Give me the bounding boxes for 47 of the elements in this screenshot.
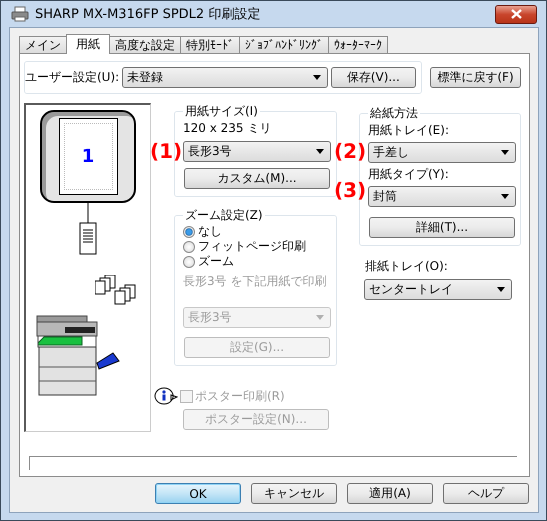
paper-feed-title: 給紙方法 — [369, 105, 419, 122]
dialog-button[interactable]: ヘルプ — [443, 483, 529, 504]
reset-button[interactable]: 標準に戻す(F) — [430, 67, 521, 88]
tab[interactable]: メイン — [19, 36, 67, 53]
radio-label: フィットページ印刷 — [198, 238, 306, 255]
dropdown-arrow-icon — [501, 150, 509, 155]
printer-icon — [11, 6, 29, 22]
dialog-button[interactable]: 適用(A) — [347, 483, 433, 504]
user-setting-label: ユーザー設定(U): — [25, 69, 120, 86]
close-button[interactable] — [495, 4, 537, 24]
tab[interactable]: 特別ﾓｰﾄﾞ — [180, 36, 240, 53]
dropdown-arrow-icon — [316, 149, 324, 154]
poster-label: ポスター印刷(R) — [195, 388, 285, 404]
paper-size-select[interactable]: 長形3号 — [183, 141, 331, 162]
user-setting-select[interactable]: 未登録 — [122, 67, 328, 88]
callout-number: (3) — [334, 178, 366, 202]
tab[interactable]: 高度な設定 — [109, 36, 181, 53]
custom-button[interactable]: カスタム(M)... — [184, 168, 330, 189]
radio-label: なし — [198, 223, 222, 240]
paper-type-select[interactable]: 封筒 — [368, 186, 516, 207]
save-button[interactable]: 保存(V)... — [330, 67, 416, 88]
page-number: 1 — [82, 146, 94, 167]
tab[interactable]: 用紙 — [66, 34, 110, 54]
callout-number: (1) — [150, 139, 182, 163]
radio-label: ズーム — [198, 253, 234, 270]
paper-type-label: 用紙タイプ(Y): — [368, 166, 449, 183]
tray-label: 用紙トレイ(E): — [368, 122, 449, 139]
output-tray-select[interactable]: センタートレイ — [364, 279, 512, 300]
zoom-title: ズーム設定(Z) — [184, 207, 264, 224]
close-icon — [510, 9, 522, 19]
dropdown-arrow-icon — [312, 75, 321, 80]
paper-dimensions: 120 x 235 ミリ — [183, 120, 272, 137]
window-title: SHARP MX-M316FP SPDL2 印刷設定 — [35, 6, 260, 23]
dropdown-arrow-icon — [501, 194, 509, 199]
paper-tray-select[interactable]: 手差し — [368, 142, 516, 163]
output-tray-label: 排紙トレイ(O): — [365, 258, 449, 275]
dropdown-arrow-icon — [497, 287, 505, 292]
zoom-note: 長形3号 を下記用紙で印刷 — [183, 273, 326, 290]
tab[interactable]: ｳｫｰﾀｰﾏｰｸ — [328, 36, 388, 53]
callout-number: (2) — [334, 139, 366, 163]
paper-size-title: 用紙サイズ(I) — [184, 103, 259, 120]
detail-button[interactable]: 詳細(T)... — [369, 217, 515, 238]
dialog-button[interactable]: キャンセル — [251, 483, 337, 504]
dialog-button[interactable]: OK — [155, 483, 241, 504]
dropdown-arrow-icon — [316, 315, 324, 320]
info-icon — [154, 387, 178, 405]
tab[interactable]: ｼﾞｮﾌﾞﾊﾝﾄﾞﾘﾝｸﾞ — [239, 36, 329, 53]
